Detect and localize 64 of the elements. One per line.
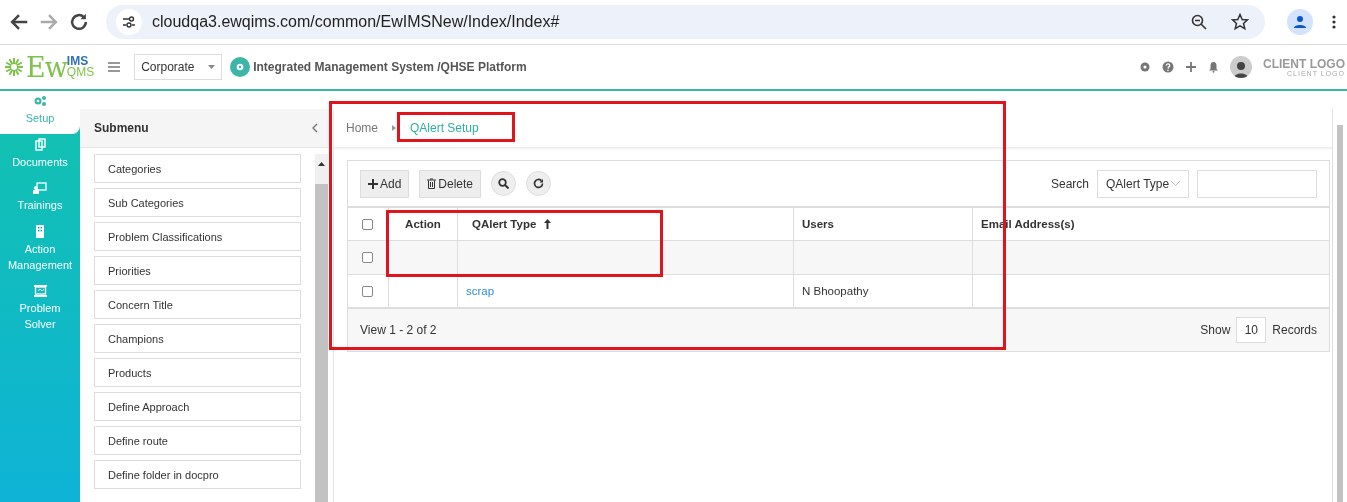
records-label: Records [1272, 323, 1317, 337]
submenu-item[interactable]: Define route [94, 426, 301, 455]
person-icon [1293, 15, 1307, 29]
submenu-item[interactable]: Problem Classifications [94, 222, 301, 251]
checkbox[interactable] [362, 252, 373, 263]
user-avatar[interactable] [1230, 56, 1252, 78]
checkbox[interactable] [362, 285, 373, 297]
submenu-item[interactable]: Concern Title [94, 290, 301, 319]
submenu-item[interactable]: Define Approach [94, 392, 301, 421]
record-link[interactable]: scrap [466, 285, 495, 297]
building-icon [35, 225, 45, 238]
documents-icon [34, 138, 46, 151]
client-logo-text: CLIENT LOGO [1263, 57, 1345, 70]
search-field[interactable] [1197, 169, 1317, 198]
logo-superscript: IMS [66, 56, 89, 67]
search-button[interactable] [491, 171, 517, 196]
help-icon[interactable] [1162, 61, 1174, 73]
gear-icon [235, 62, 246, 72]
bell-icon[interactable] [1208, 61, 1219, 73]
submenu-item[interactable]: Champions [94, 324, 301, 353]
settings-icon[interactable] [1139, 61, 1151, 73]
gears-icon [33, 95, 47, 107]
chevron-down-icon [1171, 181, 1180, 186]
submenu-item[interactable]: Sub Categories [94, 188, 301, 217]
delete-button[interactable]: Delete [419, 169, 482, 198]
silhouette-icon [1234, 60, 1248, 78]
show-label: Show [1200, 323, 1231, 337]
submenu-title: Submenu [94, 121, 149, 135]
add-button[interactable]: Add [360, 169, 410, 198]
caret-icon [208, 65, 216, 69]
reload-icon[interactable] [68, 11, 90, 33]
page-size-field[interactable]: 10 [1236, 317, 1267, 343]
logo-text: Ew [26, 51, 67, 83]
add-icon[interactable] [1185, 61, 1197, 73]
presenter-icon [33, 182, 47, 194]
trash-icon [427, 178, 437, 189]
refresh-button[interactable] [526, 171, 552, 196]
organization-select[interactable]: Corporate [134, 54, 223, 80]
refresh-icon [533, 178, 545, 189]
starburst-icon [4, 57, 24, 77]
scroll-up-icon[interactable] [318, 162, 325, 166]
board-icon [33, 285, 47, 297]
site-settings-icon[interactable] [122, 16, 136, 28]
sort-up-icon [544, 219, 552, 229]
zoom-out-icon[interactable] [1191, 14, 1207, 30]
breadcrumb-link[interactable]: Home [346, 121, 378, 135]
search-icon [498, 178, 510, 189]
submenu-item[interactable]: Priorities [94, 256, 301, 285]
menu-icon[interactable] [108, 62, 121, 72]
chevron-icon [392, 125, 396, 131]
submenu-item[interactable]: Categories [94, 154, 301, 183]
record-count: View 1 - 2 of 2 [360, 323, 437, 337]
platform-title: Integrated Management System /QHSE Platform [253, 60, 527, 74]
plus-icon [368, 178, 378, 189]
checkbox[interactable] [362, 218, 373, 230]
profile-button[interactable] [1287, 9, 1313, 35]
search-column-select[interactable]: QAlert Type [1097, 169, 1189, 198]
submenu-item[interactable]: Define folder in docpro [94, 460, 301, 489]
logo-subscript: QMS [66, 67, 95, 78]
collapse-icon[interactable] [312, 123, 318, 133]
star-icon[interactable] [1231, 13, 1249, 31]
submenu-item[interactable]: Products [94, 358, 301, 387]
search-label: Search [1050, 176, 1089, 191]
scrollbar[interactable] [315, 154, 328, 502]
